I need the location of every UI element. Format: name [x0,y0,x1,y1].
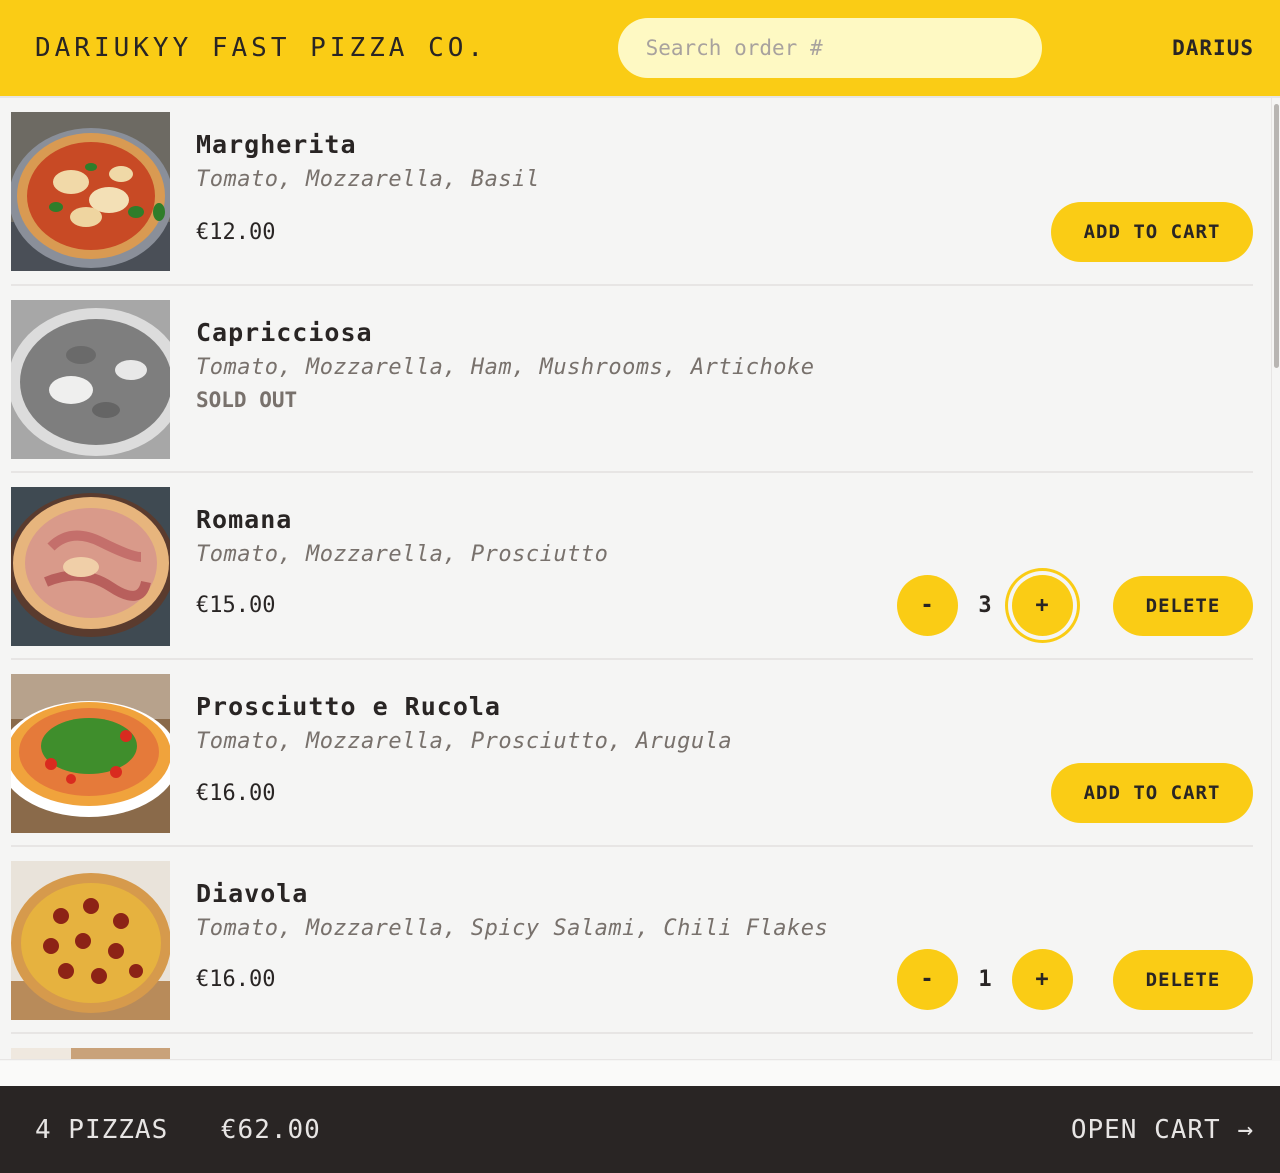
pizza-price: €15.00 [196,593,276,618]
cart-item-controls: - 1 + Delete [897,949,1253,1010]
pizza-image-capricciosa [11,300,170,459]
increase-quantity-button[interactable]: + [1012,949,1073,1010]
item-info: Romana Tomato, Mozzarella, Prosciutto €1… [196,487,1253,644]
pizza-image-prosciutto-e-rucola [11,674,170,833]
menu-item: Margherita Tomato, Mozzarella, Basil €12… [11,98,1253,286]
menu-item: Prosciutto e Rucola Tomato, Mozzarella, … [11,660,1253,847]
pizza-image-romana [11,487,170,646]
add-to-cart-button[interactable]: Add to cart [1051,763,1253,823]
pizza-name: Margherita [196,130,357,159]
search-order-input[interactable] [617,18,1042,78]
cart-summary: 4 pizzas €62.00 [35,1115,357,1145]
decrease-quantity-button[interactable]: - [897,949,958,1010]
pizza-ingredients: Tomato, Mozzarella, Prosciutto, Arugula [196,729,733,754]
username: DARIUS [1172,36,1254,60]
item-bottom-row: €16.00 Add to cart [196,763,1253,831]
pizza-ingredients: Tomato, Mozzarella, Ham, Mushrooms, Arti… [196,355,815,380]
pizza-name: Diavola [196,879,309,908]
pizza-image-diavola [11,861,170,1020]
menu-list: Margherita Tomato, Mozzarella, Basil €12… [0,98,1271,1059]
cart-pizza-count: 4 pizzas [35,1114,169,1145]
pizza-ingredients: Tomato, Mozzarella, Spicy Salami, Chili … [196,916,829,941]
menu-item: Capricciosa Tomato, Mozzarella, Ham, Mus… [11,286,1253,473]
quantity-value: 1 [978,967,992,992]
pizza-ingredients: Tomato, Mozzarella, Prosciutto [196,542,609,567]
quantity-stepper: - 3 + [897,575,1073,636]
item-info: Margherita Tomato, Mozzarella, Basil €12… [196,112,1253,270]
scrollbar-thumb[interactable] [1274,104,1279,368]
item-info: Prosciutto e Rucola Tomato, Mozzarella, … [196,674,1253,831]
cart-total-price: €62.00 [220,1114,321,1145]
item-info: Diavola Tomato, Mozzarella, Spicy Salami… [196,861,1253,1018]
item-info: Capricciosa Tomato, Mozzarella, Ham, Mus… [196,300,1253,457]
item-bottom-row: €16.00 - 1 + Delete [196,949,1253,1018]
pizza-price: €16.00 [196,780,276,806]
item-bottom-row: €12.00 Add to cart [196,202,1253,270]
pizza-name: Prosciutto e Rucola [196,692,501,721]
sold-out-label: Sold out [196,388,298,412]
pizza-name: Romana [196,505,293,534]
quantity-value: 3 [978,593,992,618]
quantity-stepper: - 1 + [897,949,1073,1010]
app-header: Dariukyy Fast Pizza Co. DARIUS [0,0,1280,98]
increase-quantity-button[interactable]: + [1012,575,1073,636]
item-bottom-row: €15.00 - 3 + Delete [196,575,1253,644]
pizza-price: €12.00 [196,219,276,245]
pizza-price: €16.00 [196,967,276,992]
delete-button[interactable]: Delete [1113,575,1253,636]
logo-link[interactable]: Dariukyy Fast Pizza Co. [35,33,487,63]
pizza-image-margherita [11,112,170,271]
open-cart-link[interactable]: Open cart → [1071,1115,1254,1145]
add-to-cart-button[interactable]: Add to cart [1051,202,1253,262]
pizza-image-partial [11,1048,170,1059]
menu-item: Diavola Tomato, Mozzarella, Spicy Salami… [11,847,1253,1034]
pizza-ingredients: Tomato, Mozzarella, Basil [196,167,540,192]
menu-item-partial [11,1034,1253,1059]
menu-scroll-area[interactable]: Margherita Tomato, Mozzarella, Basil €12… [0,98,1272,1060]
footer-gap [0,1061,1280,1086]
delete-button[interactable]: Delete [1113,949,1253,1010]
menu-item: Romana Tomato, Mozzarella, Prosciutto €1… [11,473,1253,660]
decrease-quantity-button[interactable]: - [897,575,958,636]
cart-item-controls: - 3 + Delete [897,575,1253,636]
pizza-name: Capricciosa [196,318,373,347]
cart-overview-bar: 4 pizzas €62.00 Open cart → [0,1086,1280,1173]
